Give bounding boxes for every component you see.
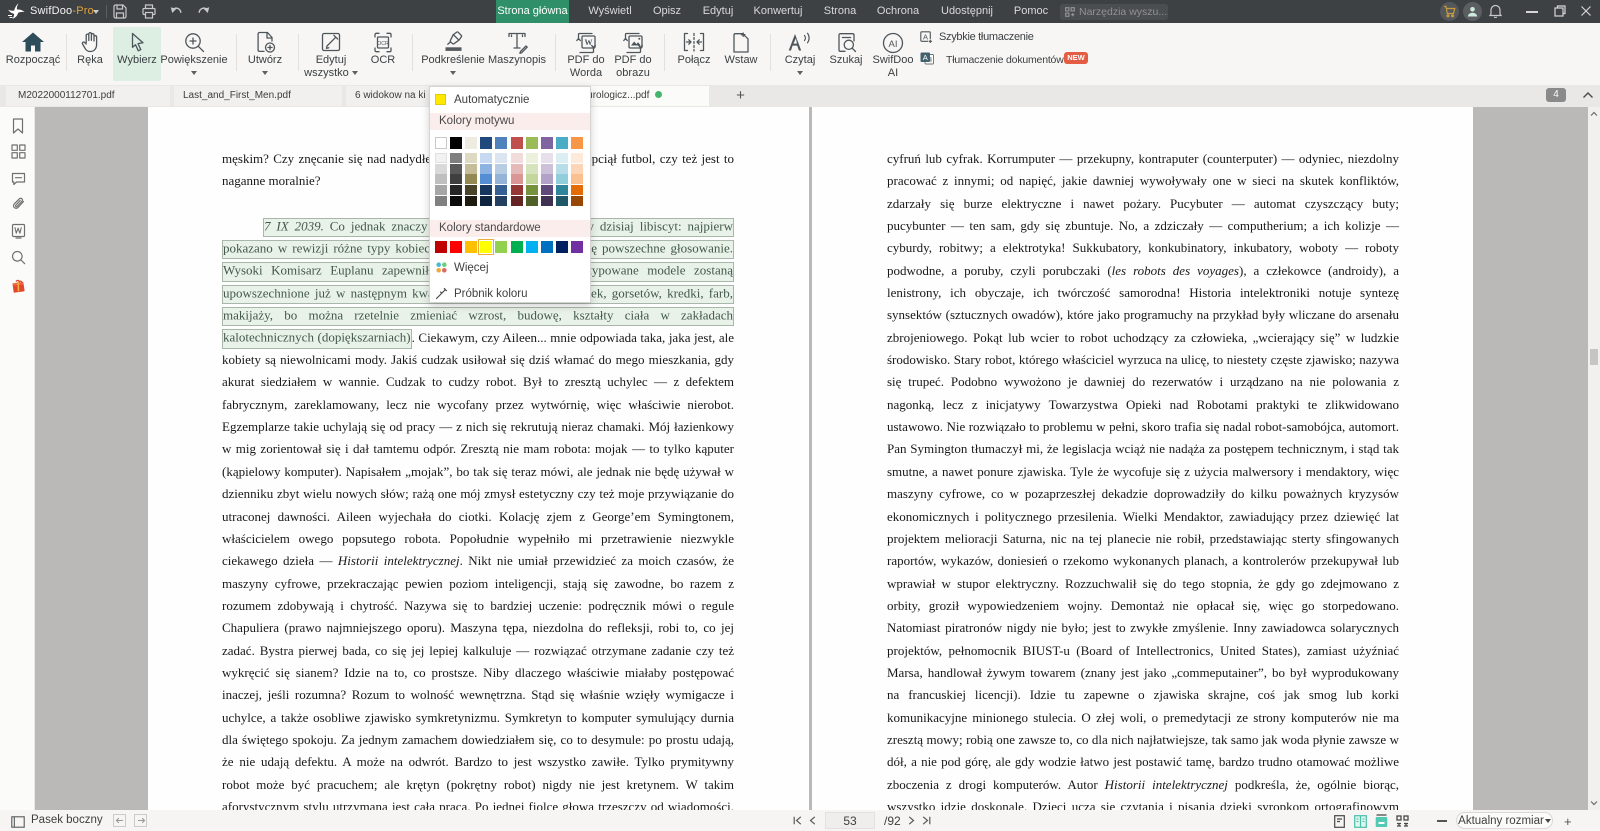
svg-text:OCR: OCR [377,41,389,47]
svg-text:A: A [923,32,928,41]
svg-text:AI: AI [889,39,898,50]
svg-text:A: A [923,53,928,62]
svg-text:W: W [585,38,593,47]
